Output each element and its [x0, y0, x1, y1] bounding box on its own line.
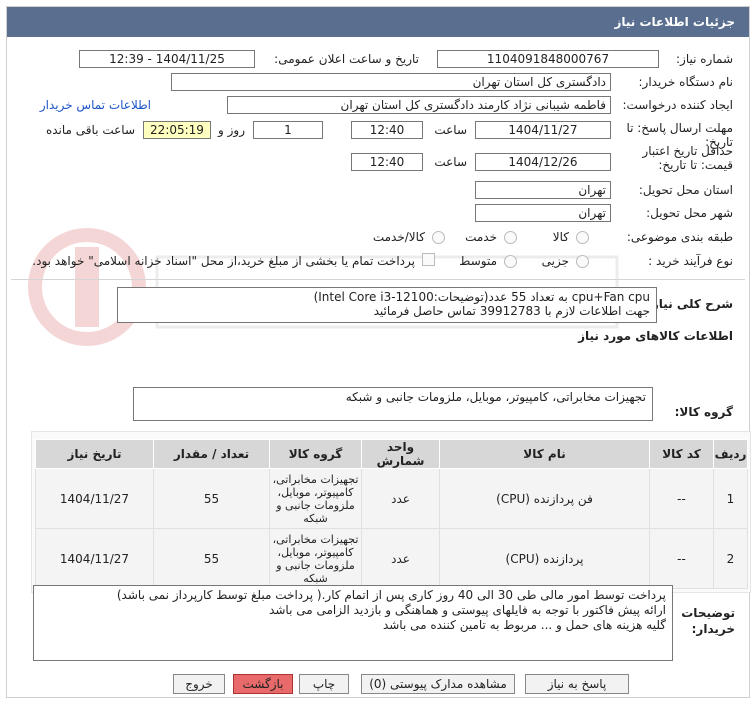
reply-date-field: 1404/11/27 — [475, 121, 611, 139]
buyer-notes-label: توضیحات خریدار: — [681, 606, 735, 636]
table-row[interactable]: 1 -- فن پردازنده (CPU) عدد تجهیزات مخابر… — [35, 468, 748, 529]
cell-code: -- — [649, 528, 714, 589]
window-title: جزئیات اطلاعات نیاز — [7, 7, 749, 37]
cell-qty: 55 — [153, 528, 270, 589]
treasury-note: پرداخت تمام یا بخشی از مبلغ خرید،از محل … — [32, 254, 415, 268]
header-index: ردیف — [713, 439, 748, 469]
table-header-row: ردیف کد کالا نام کالا واحد شمارش گروه کا… — [35, 439, 748, 469]
divider — [11, 279, 745, 280]
need-number-label: شماره نیاز: — [676, 52, 733, 66]
process-option-medium: متوسط — [459, 254, 497, 268]
remaining-time-field: 22:05:19 — [143, 121, 211, 139]
purchase-process-label: نوع فرآیند خرید : — [648, 254, 733, 268]
process-option-small: جزیی — [541, 254, 569, 268]
need-details-window: جزئیات اطلاعات نیاز شماره نیاز: 11040918… — [6, 6, 751, 698]
validity-hour-label: ساعت — [434, 155, 467, 169]
cell-date: 1404/11/27 — [35, 528, 154, 589]
attachments-button[interactable]: مشاهده مدارک پیوستی (0) — [361, 674, 515, 694]
validity-label: حداقل تاریخ اعتبار قیمت: تا تاریخ: — [642, 144, 733, 172]
remaining-label: ساعت باقی مانده — [45, 123, 135, 137]
requester-label: ایجاد کننده درخواست: — [622, 98, 733, 112]
header-name: نام کالا — [439, 439, 650, 469]
category-option-goods: کالا — [552, 230, 569, 244]
cell-index: 2 — [713, 528, 748, 589]
cell-code: -- — [649, 468, 714, 529]
delivery-province-field: تهران — [475, 181, 611, 199]
general-description-line-1: cpu+Fan cpu به تعداد 55 عدد(توضیحات:Inte… — [313, 290, 650, 304]
process-radio-small[interactable] — [576, 255, 589, 268]
validity-date-field: 1404/12/26 — [475, 153, 611, 171]
category-option-goods-service: کالا/خدمت — [372, 230, 425, 244]
delivery-city-label: شهر محل تحویل: — [646, 206, 733, 220]
delivery-city-field: تهران — [475, 204, 611, 222]
goods-group-label: گروه کالا: — [674, 405, 733, 419]
category-radio-service[interactable] — [504, 231, 517, 244]
category-radio-goods-service[interactable] — [432, 231, 445, 244]
announce-datetime-field: 1404/11/25 - 12:39 — [79, 50, 255, 68]
buyer-notes-line-3: گلیه هزینه های حمل و ... مربوط به تامین … — [382, 618, 666, 632]
cell-group: تجهیزات مخابراتی، کامپیوتر، موبایل، ملزو… — [269, 468, 362, 529]
validity-time-field: 12:40 — [351, 153, 423, 171]
day-and-label: روز و — [218, 123, 245, 137]
header-code: کد کالا — [649, 439, 714, 469]
cell-unit: عدد — [361, 468, 440, 529]
treasury-checkbox[interactable] — [422, 253, 435, 266]
buyer-notes-line-2: ارائه پیش فاکتور با توجه به فایلهای پیوس… — [269, 603, 666, 617]
need-number-field: 1104091848000767 — [437, 50, 659, 68]
category-option-service: خدمت — [465, 230, 497, 244]
buyer-contact-link[interactable]: اطلاعات تماس خریدار — [40, 98, 151, 112]
header-date: تاریخ نیاز — [35, 439, 154, 469]
cell-qty: 55 — [153, 468, 270, 529]
header-qty: تعداد / مقدار — [153, 439, 270, 469]
reply-hour-label: ساعت — [434, 123, 467, 137]
reply-button[interactable]: پاسخ به نیاز — [525, 674, 629, 694]
buyer-org-label: نام دستگاه خریدار: — [638, 75, 734, 89]
process-radio-medium[interactable] — [504, 255, 517, 268]
category-label: طبقه بندی موضوعی: — [626, 230, 733, 244]
cell-name: فن پردازنده (CPU) — [439, 468, 650, 529]
back-button[interactable]: بازگشت — [233, 674, 293, 694]
print-button[interactable]: چاپ — [299, 674, 349, 694]
general-description-field: cpu+Fan cpu به تعداد 55 عدد(توضیحات:Inte… — [117, 287, 657, 323]
table-row[interactable]: 2 -- پردازنده (CPU) عدد تجهیزات مخابراتی… — [35, 528, 748, 589]
header-group: گروه کالا — [269, 439, 362, 469]
goods-group-field: تجهیزات مخابراتی، کامپیوتر، موبایل، ملزو… — [133, 387, 653, 421]
reply-days-field: 1 — [253, 121, 323, 139]
cell-index: 1 — [713, 468, 748, 529]
general-description-label: شرح کلی نیاز: — [647, 297, 733, 311]
requester-field: فاطمه شیبانی نژاد کارمند دادگستری کل است… — [227, 96, 611, 114]
goods-table: ردیف کد کالا نام کالا واحد شمارش گروه کا… — [35, 439, 748, 589]
goods-info-heading: اطلاعات کالاهای مورد نیاز — [578, 329, 733, 343]
reply-time-field: 12:40 — [351, 121, 423, 139]
delivery-province-label: استان محل تحویل: — [638, 183, 733, 197]
announce-datetime-label: تاریخ و ساعت اعلان عمومی: — [274, 52, 419, 66]
cell-unit: عدد — [361, 528, 440, 589]
cell-group: تجهیزات مخابراتی، کامپیوتر، موبایل، ملزو… — [269, 528, 362, 589]
category-radio-goods[interactable] — [576, 231, 589, 244]
header-unit: واحد شمارش — [361, 439, 440, 469]
exit-button[interactable]: خروج — [173, 674, 225, 694]
buyer-org-field: دادگستری کل استان تهران — [171, 73, 611, 91]
buyer-notes-field: پرداخت توسط امور مالی طی 30 الی 40 روز ک… — [33, 585, 673, 661]
cell-date: 1404/11/27 — [35, 468, 154, 529]
buyer-notes-line-1: پرداخت توسط امور مالی طی 30 الی 40 روز ک… — [116, 588, 666, 602]
general-description-line-2: جهت اطلاعات لازم با 39912783 تماس حاصل ف… — [373, 304, 650, 318]
cell-name: پردازنده (CPU) — [439, 528, 650, 589]
